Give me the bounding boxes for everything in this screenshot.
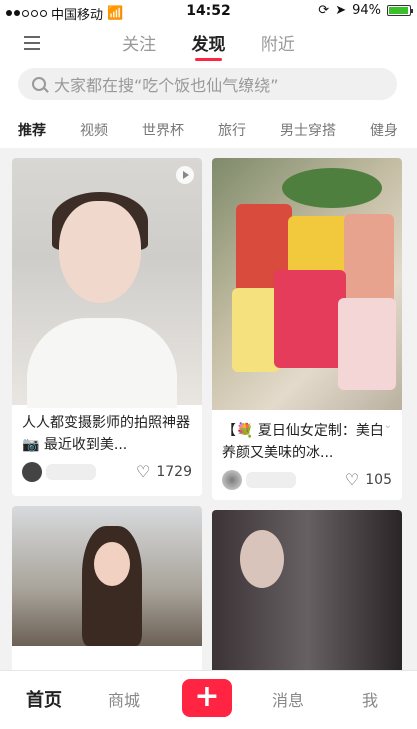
top-tabs: 关注 发现 附近 <box>0 30 417 61</box>
like-button[interactable]: ♡ 105 <box>345 470 392 489</box>
avatar[interactable] <box>22 462 42 482</box>
nav-mall[interactable]: 商城 <box>108 687 140 711</box>
feed-card[interactable] <box>12 506 202 670</box>
card-meta: ♡ 105 <box>222 470 392 492</box>
top-nav: 关注 发现 附近 <box>0 24 417 64</box>
feed: ⌄ 人人都变摄影师的拍照神器📷 最近收到美... ♡ 1729 ⌄ 【💐 夏日仙… <box>0 148 417 670</box>
category-video[interactable]: 视频 <box>80 120 108 140</box>
status-right: ⟳ ➤ 94% <box>318 3 413 18</box>
heart-icon: ♡ <box>136 462 151 481</box>
card-image <box>212 510 402 670</box>
category-mens-fashion[interactable]: 男士穿搭 <box>280 120 336 140</box>
like-count: 105 <box>365 471 392 488</box>
category-travel[interactable]: 旅行 <box>218 120 246 140</box>
heart-icon: ♡ <box>344 470 360 489</box>
like-count: 1729 <box>156 463 192 480</box>
orientation-lock-icon: ⟳ <box>318 3 330 18</box>
status-bar: 中国移动 📶 14:52 ⟳ ➤ 94% <box>0 0 417 24</box>
card-meta: ♡ 1729 <box>22 462 192 484</box>
play-icon <box>176 166 194 184</box>
card-title: 人人都变摄影师的拍照神器📷 最近收到美... <box>22 415 190 453</box>
card-image <box>212 158 402 410</box>
category-recommend[interactable]: 推荐 <box>18 120 46 140</box>
card-title: 【💐 夏日仙女定制：美白养颜又美味的冰... <box>222 423 384 461</box>
nav-me[interactable]: 我 <box>362 687 378 711</box>
tab-discover[interactable]: 发现 <box>192 30 226 61</box>
like-button[interactable]: ♡ 1729 <box>136 462 192 481</box>
bottom-nav: 首页 商城 + 消息 我 <box>0 670 417 729</box>
location-icon: ➤ <box>335 3 347 18</box>
nav-messages[interactable]: 消息 <box>272 687 304 711</box>
search-input[interactable]: 大家都在搜“吃个饭也仙气缭绕” <box>18 68 397 100</box>
feed-card[interactable]: ⌄ 【💐 夏日仙女定制：美白养颜又美味的冰... ♡ 105 <box>212 158 402 500</box>
battery-icon <box>387 5 413 16</box>
author-name <box>246 472 296 488</box>
category-tabs: 推荐 视频 世界杯 旅行 男士穿搭 健身 <box>0 108 417 148</box>
feed-card[interactable]: ⌄ 人人都变摄影师的拍照神器📷 最近收到美... ♡ 1729 <box>12 158 202 496</box>
tab-follow[interactable]: 关注 <box>122 30 156 55</box>
avatar[interactable] <box>222 470 242 490</box>
battery-percent: 94% <box>352 3 381 18</box>
card-image <box>12 506 202 646</box>
category-fitness[interactable]: 健身 <box>370 120 398 140</box>
nav-home[interactable]: 首页 <box>26 686 62 712</box>
feed-card[interactable] <box>212 510 402 670</box>
search-icon <box>32 77 46 91</box>
author-name <box>46 464 96 480</box>
category-world-cup[interactable]: 世界杯 <box>142 120 184 140</box>
tab-nearby[interactable]: 附近 <box>261 30 295 55</box>
search-placeholder: 大家都在搜“吃个饭也仙气缭绕” <box>54 76 279 95</box>
add-post-button[interactable]: + <box>182 679 232 717</box>
card-image <box>12 158 202 408</box>
search-bar-container: 大家都在搜“吃个饭也仙气缭绕” <box>0 64 417 108</box>
